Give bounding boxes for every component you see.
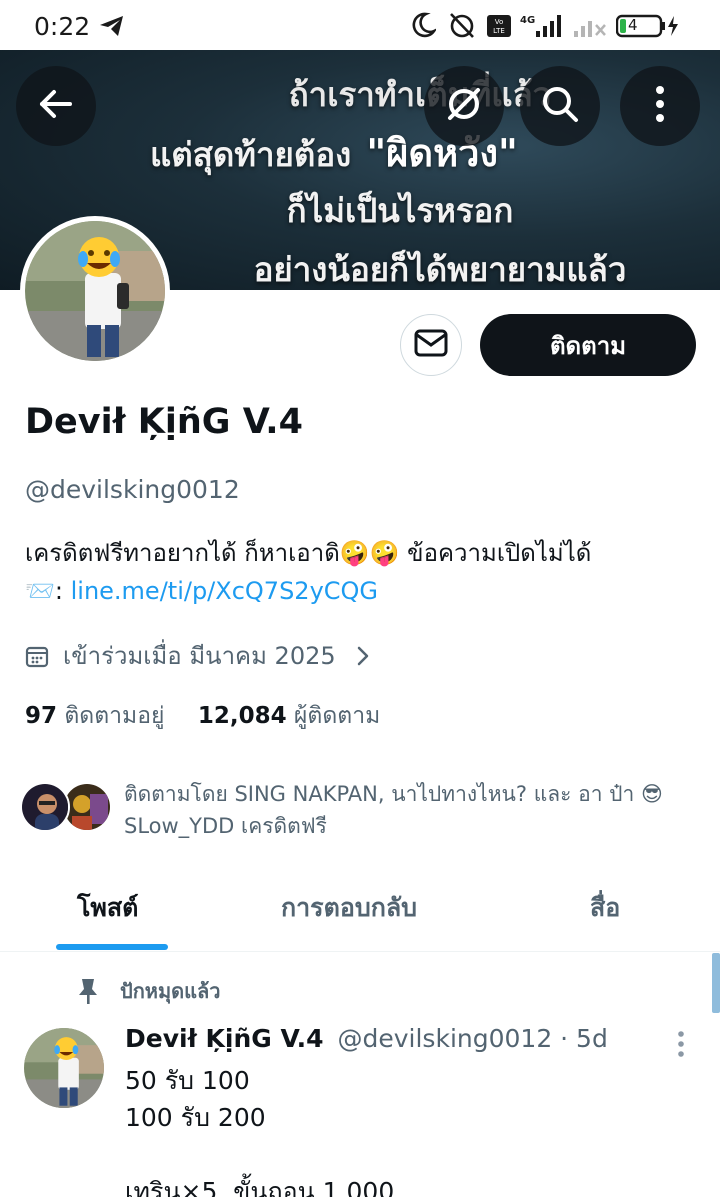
profile-tabs: โพสต์ การตอบกลับ สื่อ [0,862,720,952]
signal-weak-icon [572,13,608,43]
joined-date: เข้าร่วมเมื่อ มีนาคม 2025 [63,642,336,670]
status-bar: 0:22 Vo LTE 4G 4 [0,0,720,50]
back-button[interactable] [16,66,96,146]
pin-icon [76,977,100,1005]
followers-count: 12,084 [197,703,287,729]
tab-media[interactable]: สื่อ [590,888,620,928]
bio-link-prefix: 📨: [25,577,63,605]
tab-replies[interactable]: การตอบกลับ [281,888,417,928]
follow-button[interactable]: ติดตาม [480,314,696,376]
profile-avatar[interactable] [20,216,170,366]
calendar-icon [25,644,49,668]
following-count: 97 [25,703,58,729]
svg-text:Vo: Vo [495,18,504,26]
followers-stat[interactable]: 12,084 ผู้ติดตาม [198,703,380,729]
following-label: ติดตามอยู่ [64,703,165,729]
joined-date-row[interactable]: เข้าร่วมเมื่อ มีนาคม 2025 [25,636,370,675]
avatar-photo [25,221,165,361]
pinned-indicator: ปักหมุดแล้ว [76,975,221,1007]
followed-by-row[interactable]: ติดตามโดย SING NAKPAN, นาไปทางไหน? และ อ… [20,778,710,844]
do-not-disturb-moon-icon [410,11,438,43]
post-author-avatar[interactable] [24,1028,104,1108]
message-button[interactable] [400,314,462,376]
profile-handle: @devilsking0012 [25,475,240,504]
envelope-icon [414,329,448,361]
followers-label: ผู้ติดตาม [293,703,381,729]
search-button[interactable] [520,66,600,146]
banner-text-line: อย่างน้อยก็ได้พยายามแล้ว [253,250,627,289]
banner-text-line: ก็ไม่เป็นไรหรอก [286,191,514,230]
post-header: Devił ĶịñG V.4 @devilsking0012 · 5d [125,1024,608,1053]
battery-icon [615,14,684,42]
grok-button[interactable] [424,66,504,146]
more-options-button[interactable] [620,66,700,146]
signal-4g-icon: 4G [518,13,566,43]
bio-link[interactable]: line.me/ti/p/XcQ7S2yCQG [71,577,378,605]
battery-level: 4 [628,16,638,34]
search-icon [540,84,580,128]
svg-text:LTE: LTE [493,27,505,35]
tab-posts[interactable]: โพสต์ [77,888,138,928]
profile-bio: เครดิตฟรีทาอยากได้ ก็หาเอาดิ🤪🤪 ข้อความเป… [25,534,705,610]
following-stat[interactable]: 97 ติดตามอยู่ [25,703,172,729]
post-author-name[interactable]: Devił ĶịñG V.4 [125,1024,324,1053]
active-tab-indicator [56,944,168,950]
post-author-meta: @devilsking0012 · 5d [337,1024,608,1053]
more-vertical-icon [676,1031,686,1064]
post-more-button[interactable] [676,1030,686,1064]
telegram-icon [98,14,126,42]
profile-display-name: Devił ĶịñG V.4 [25,402,303,442]
followed-by-text: ติดตามโดย SING NAKPAN, นาไปทางไหน? และ อ… [124,782,663,838]
volte-icon: Vo LTE [487,15,511,41]
bio-text: เครดิตฟรีทาอยากได้ ก็หาเอาดิ🤪🤪 ข้อความเป… [25,539,592,567]
post-body: 50 รับ 100 100 รับ 200 เทริน×5 ขั้นถอน 1… [125,1066,395,1197]
svg-text:4G: 4G [520,15,535,26]
more-vertical-icon [655,84,665,128]
grok-icon [444,84,484,128]
pinned-label: ปักหมุดแล้ว [120,979,221,1003]
follow-stats: 97 ติดตามอยู่ 12,084 ผู้ติดตาม [25,698,380,734]
chevron-right-icon [356,645,370,667]
alarm-off-icon [446,11,478,43]
status-time: 0:22 [34,12,91,41]
scrollbar-thumb[interactable] [712,953,720,1013]
follower-avatar [20,782,70,832]
banner-text-line: แต่สุดท้ายต้อง [150,135,352,174]
back-arrow-icon [36,84,76,128]
